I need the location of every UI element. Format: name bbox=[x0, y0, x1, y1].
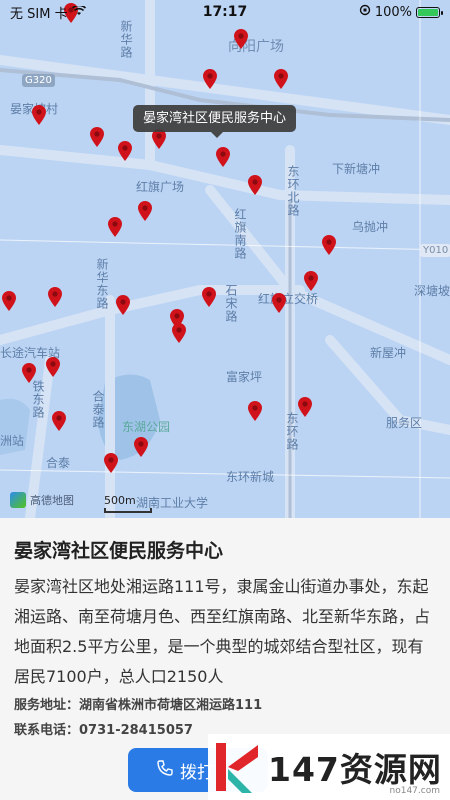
map-marker-icon[interactable] bbox=[102, 452, 120, 474]
map-label: 铁东路 bbox=[31, 380, 45, 419]
map-label: 新华东路 bbox=[95, 258, 109, 310]
map-label: 红旗广场 bbox=[136, 180, 185, 194]
map-label: 服务区 bbox=[386, 416, 423, 430]
scale-label: 500m bbox=[104, 494, 136, 507]
map-marker-icon[interactable] bbox=[200, 286, 218, 308]
place-title: 晏家湾社区便民服务中心 bbox=[14, 540, 224, 562]
map-label: 合泰 bbox=[46, 456, 71, 470]
phone-value: 0731-28415057 bbox=[79, 723, 193, 738]
wifi-icon bbox=[71, 4, 86, 20]
map-label: 洲站 bbox=[0, 434, 25, 448]
address-value: 湖南省株洲市荷塘区湘运路111 bbox=[79, 698, 263, 713]
map-marker-icon[interactable] bbox=[302, 270, 320, 292]
map-marker-icon[interactable] bbox=[272, 68, 290, 90]
map-marker-icon[interactable] bbox=[170, 322, 188, 344]
map-label: 深塘坡 bbox=[414, 284, 450, 298]
map-label: 石宋路 bbox=[224, 284, 238, 323]
map-scale: 500m bbox=[104, 494, 152, 513]
watermark-text: 147资源网 bbox=[268, 750, 442, 789]
map-label: 合泰路 bbox=[91, 390, 105, 429]
map-label: 东环北路 bbox=[286, 165, 300, 217]
map-marker-icon[interactable] bbox=[0, 290, 18, 312]
map-logo: 高德地图 bbox=[10, 492, 74, 508]
carrier-label: 无 SIM 卡 bbox=[10, 6, 68, 22]
map-label: 下新塘冲 bbox=[332, 162, 381, 176]
phone-row: 联系电话：0731-28415057 bbox=[14, 719, 193, 738]
map-label: Y010 bbox=[420, 244, 450, 257]
map-marker-icon[interactable] bbox=[214, 146, 232, 168]
map-label: G320 bbox=[22, 74, 55, 87]
map-label: 新屋冲 bbox=[370, 346, 407, 360]
map-marker-icon[interactable] bbox=[136, 200, 154, 222]
map-label: 红旗南路 bbox=[233, 208, 247, 260]
status-bar: 无 SIM 卡 17:17 100% bbox=[0, 0, 450, 24]
map-label: 东环新城 bbox=[226, 470, 275, 484]
map-marker-icon[interactable] bbox=[246, 174, 264, 196]
watermark: 147资源网 no147.com bbox=[208, 734, 450, 800]
map-label: 乌抛冲 bbox=[352, 220, 389, 234]
map-marker-icon[interactable] bbox=[88, 126, 106, 148]
map-marker-icon[interactable] bbox=[296, 396, 314, 418]
map-logo-text: 高德地图 bbox=[30, 494, 74, 507]
phone-label: 联系电话： bbox=[14, 723, 80, 738]
place-description: 晏家湾社区地处湘运路111号，隶属金山街道办事处，东起湘运路、南至荷塘月色、西至… bbox=[14, 577, 431, 686]
map-marker-icon[interactable] bbox=[320, 234, 338, 256]
map-label: 东湖公园 bbox=[122, 420, 171, 434]
phone-icon bbox=[156, 759, 174, 782]
battery-icon bbox=[416, 6, 443, 18]
map-label: 红旗立交桥 bbox=[258, 292, 319, 306]
watermark-url: no147.com bbox=[389, 786, 440, 796]
map-roads bbox=[0, 0, 450, 518]
battery-percent: 100% bbox=[374, 4, 412, 20]
map-marker-icon[interactable] bbox=[270, 292, 288, 314]
amap-logo-icon bbox=[10, 492, 26, 508]
map-marker-icon[interactable] bbox=[30, 104, 48, 126]
map-label: 富家坪 bbox=[226, 370, 263, 384]
map-marker-icon[interactable] bbox=[50, 410, 68, 432]
map-marker-icon[interactable] bbox=[46, 286, 64, 308]
map-marker-icon[interactable] bbox=[106, 216, 124, 238]
map-marker-icon[interactable] bbox=[114, 294, 132, 316]
map-marker-icon[interactable] bbox=[132, 436, 150, 458]
map-view[interactable]: 新华路 向阳广场 G320 晏家坡村 下新塘冲 红旗广场 东环北路 乌抛冲 Y0… bbox=[0, 0, 450, 518]
map-label: 新华路 bbox=[119, 20, 133, 59]
map-marker-icon[interactable] bbox=[20, 362, 38, 384]
address-label: 服务地址： bbox=[14, 698, 80, 713]
map-marker-icon[interactable] bbox=[116, 140, 134, 162]
map-marker-icon[interactable] bbox=[201, 68, 219, 90]
marker-tooltip[interactable]: 晏家湾社区便民服务中心 bbox=[133, 105, 297, 138]
orientation-lock-icon bbox=[359, 4, 371, 20]
map-marker-icon[interactable] bbox=[232, 28, 250, 50]
watermark-logo-icon bbox=[212, 739, 262, 795]
map-marker-icon[interactable] bbox=[246, 400, 264, 422]
map-marker-icon[interactable] bbox=[44, 356, 62, 378]
address-row: 服务地址：湖南省株洲市荷塘区湘运路111 bbox=[14, 694, 262, 713]
